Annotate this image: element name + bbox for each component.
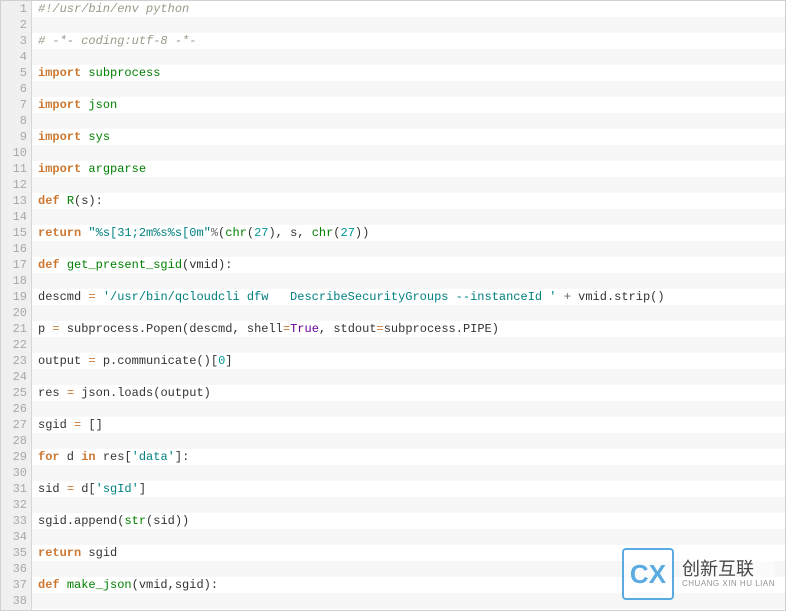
code-line: import argparse — [32, 161, 785, 177]
line-number: 3 — [1, 33, 27, 49]
line-number: 24 — [1, 369, 27, 385]
line-number: 11 — [1, 161, 27, 177]
line-number: 22 — [1, 337, 27, 353]
code-line — [32, 81, 785, 97]
code-line: #!/usr/bin/env python — [32, 1, 785, 17]
line-number: 19 — [1, 289, 27, 305]
code-line — [32, 465, 785, 481]
code-line — [32, 369, 785, 385]
code-line — [32, 113, 785, 129]
code-line: return "%s[31;2m%s%s[0m"%(chr(27), s, ch… — [32, 225, 785, 241]
line-number: 28 — [1, 433, 27, 449]
watermark-logo: CX — [622, 548, 674, 600]
line-number: 33 — [1, 513, 27, 529]
code-line — [32, 497, 785, 513]
line-number: 5 — [1, 65, 27, 81]
line-number: 23 — [1, 353, 27, 369]
code-line: import json — [32, 97, 785, 113]
code-line: # -*- coding:utf-8 -*- — [32, 33, 785, 49]
code-viewer: 1234567891011121314151617181920212223242… — [1, 1, 785, 610]
line-number: 1 — [1, 1, 27, 17]
code-line: sgid.append(str(sid)) — [32, 513, 785, 529]
code-line: def R(s): — [32, 193, 785, 209]
line-number: 2 — [1, 17, 27, 33]
code-line — [32, 145, 785, 161]
code-line — [32, 177, 785, 193]
line-number: 14 — [1, 209, 27, 225]
line-number: 17 — [1, 257, 27, 273]
line-number: 34 — [1, 529, 27, 545]
code-line: descmd = '/usr/bin/qcloudcli dfw Describ… — [32, 289, 785, 305]
line-number: 21 — [1, 321, 27, 337]
line-number: 8 — [1, 113, 27, 129]
line-number: 37 — [1, 577, 27, 593]
code-line — [32, 529, 785, 545]
code-line — [32, 273, 785, 289]
code-line: def get_present_sgid(vmid): — [32, 257, 785, 273]
code-line — [32, 17, 785, 33]
line-number: 29 — [1, 449, 27, 465]
code-line: res = json.loads(output) — [32, 385, 785, 401]
line-number: 30 — [1, 465, 27, 481]
line-number: 10 — [1, 145, 27, 161]
line-number: 16 — [1, 241, 27, 257]
line-number: 35 — [1, 545, 27, 561]
code-line: output = p.communicate()[0] — [32, 353, 785, 369]
line-number: 26 — [1, 401, 27, 417]
code-line — [32, 241, 785, 257]
code-line: for d in res['data']: — [32, 449, 785, 465]
watermark-brand-cn: 创新互联 — [682, 560, 775, 580]
code-line — [32, 305, 785, 321]
line-number: 20 — [1, 305, 27, 321]
code-line — [32, 433, 785, 449]
line-number: 32 — [1, 497, 27, 513]
code-line — [32, 49, 785, 65]
line-number: 7 — [1, 97, 27, 113]
code-line — [32, 337, 785, 353]
line-number: 31 — [1, 481, 27, 497]
line-number: 18 — [1, 273, 27, 289]
line-number: 6 — [1, 81, 27, 97]
line-number: 38 — [1, 593, 27, 609]
line-number: 15 — [1, 225, 27, 241]
watermark-brand-en: CHUANG XIN HU LIAN — [682, 580, 775, 589]
line-number: 27 — [1, 417, 27, 433]
code-line — [32, 209, 785, 225]
line-number: 12 — [1, 177, 27, 193]
watermark-text: 创新互联 CHUANG XIN HU LIAN — [682, 560, 775, 589]
code-line: sgid = [] — [32, 417, 785, 433]
code-line: import sys — [32, 129, 785, 145]
code-line: import subprocess — [32, 65, 785, 81]
line-number: 25 — [1, 385, 27, 401]
line-number: 36 — [1, 561, 27, 577]
code-content: #!/usr/bin/env python # -*- coding:utf-8 … — [32, 1, 785, 610]
line-number: 13 — [1, 193, 27, 209]
code-line: sid = d['sgId'] — [32, 481, 785, 497]
watermark: CX 创新互联 CHUANG XIN HU LIAN — [622, 548, 775, 600]
line-number: 4 — [1, 49, 27, 65]
code-line: p = subprocess.Popen(descmd, shell=True,… — [32, 321, 785, 337]
line-number-gutter: 1234567891011121314151617181920212223242… — [1, 1, 32, 610]
line-number: 9 — [1, 129, 27, 145]
code-line — [32, 401, 785, 417]
